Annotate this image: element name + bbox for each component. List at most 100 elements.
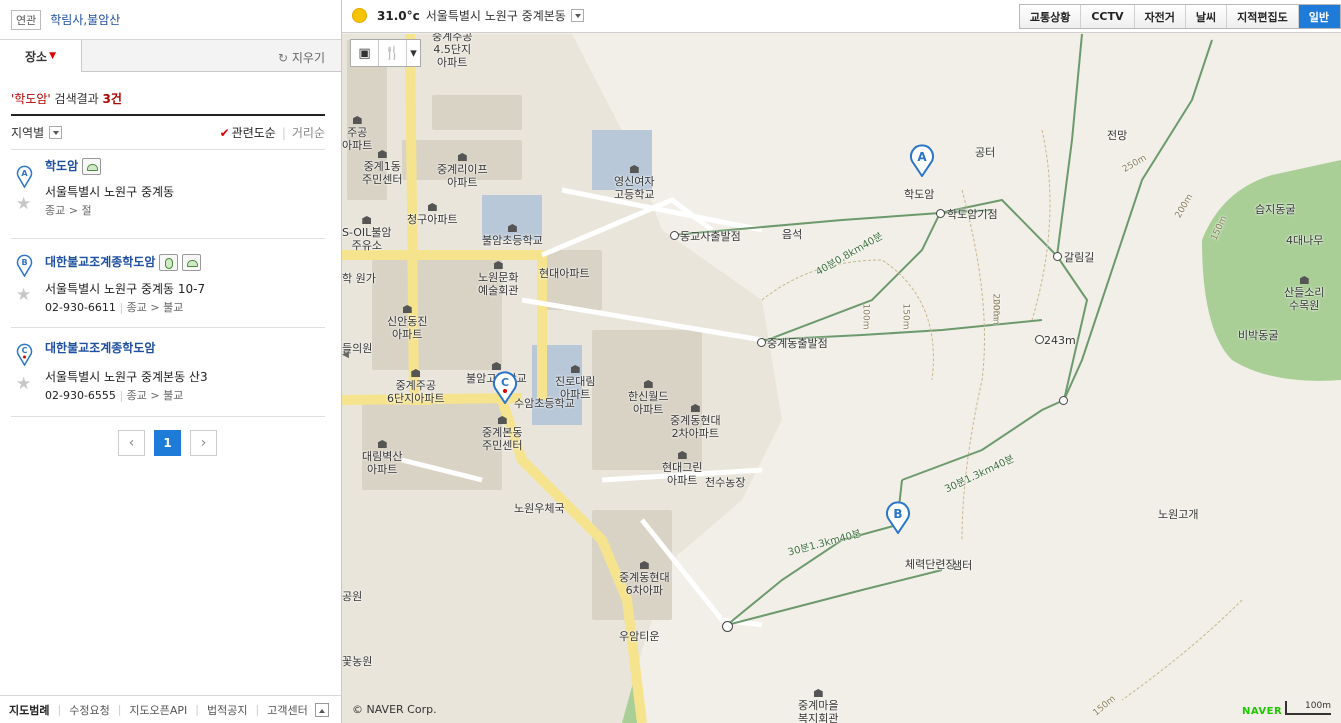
place-name[interactable]: 대한불교조계종학도암 <box>45 339 155 356</box>
layer-cadastral-button[interactable]: 지적편집도 <box>1227 5 1299 28</box>
map-label[interactable]: 꽃농원 <box>342 655 372 668</box>
weather-info[interactable]: 31.0°c 서울특별시 노원구 중계본동 <box>352 7 584 24</box>
footer-api-link[interactable]: 지도오픈API <box>129 702 187 718</box>
map-label[interactable]: 중계1동 주민센터 <box>362 150 402 186</box>
junction-point-2[interactable] <box>1059 396 1068 405</box>
map-canvas[interactable]: 중계주공 4.5단지 아파트주공 아파트 중계1동 주민센터 중계리이프 아파트 영신여자 고등학… <box>342 0 1341 723</box>
tab-place[interactable]: 장소 ▼ <box>0 40 82 72</box>
map-marker-c[interactable]: C <box>491 370 519 404</box>
collapse-panel-button[interactable]: ◀ <box>342 350 350 376</box>
map-label[interactable]: 비박동굴 <box>1238 329 1278 342</box>
map-label[interactable]: 노원우체국 <box>514 502 565 515</box>
map-label[interactable]: 한신월드 아파트 <box>628 380 668 416</box>
map-label[interactable]: 샘터 <box>952 559 972 572</box>
map-label[interactable]: 영신여자 고등학교 <box>614 165 654 201</box>
list-item[interactable]: A ★ 학도암 서울특별시 노원구 중계동 종교 > 절 <box>11 150 325 239</box>
map-label[interactable]: 산들소리 수목원 <box>1284 276 1324 312</box>
bus-icon[interactable]: ▣ <box>351 40 379 66</box>
map-label[interactable]: 중계리이프 아파트 <box>437 153 488 189</box>
layer-weather-button[interactable]: 날씨 <box>1185 5 1228 28</box>
prev-page-button[interactable]: ‹ <box>118 430 145 456</box>
building-icon <box>352 116 362 124</box>
layer-bicycle-button[interactable]: 자전거 <box>1134 5 1186 28</box>
map-label[interactable]: 중계마을 복지회관 <box>798 689 838 723</box>
restaurant-icon[interactable]: 🍴 <box>379 40 407 66</box>
map-label[interactable]: 신안동진 아파트 <box>387 305 427 341</box>
map-label[interactable]: 학도암기점 <box>947 208 998 221</box>
next-page-button[interactable]: › <box>190 430 217 456</box>
map-label[interactable]: 현대아파트 <box>539 267 590 280</box>
layer-cctv-button[interactable]: CCTV <box>1081 5 1135 28</box>
list-item[interactable]: C ★ 대한불교조계종학도암 서울특별시 노원구 중계본동 산3 02-930-… <box>11 328 325 417</box>
map-label[interactable]: 중계동출발점 <box>767 337 828 350</box>
map-label[interactable]: 중계주공 6단지아파트 <box>387 369 445 405</box>
map-label[interactable]: 진로대림 아파트 <box>555 365 595 401</box>
place-name[interactable]: 학도암 <box>45 157 102 175</box>
map-label[interactable]: 주공 아파트 <box>342 116 372 152</box>
map-label[interactable]: 중계주공 4.5단지 아파트 <box>432 30 472 69</box>
sort-relevance[interactable]: 관련도순 <box>232 124 276 141</box>
layer-traffic-button[interactable]: 교통상황 <box>1019 5 1082 28</box>
map-label[interactable]: 공터 <box>975 146 995 159</box>
footer-support-link[interactable]: 고객센터 <box>267 702 307 718</box>
star-icon[interactable]: ★ <box>16 285 31 305</box>
region-filter[interactable]: 지역별 <box>11 124 44 141</box>
map-label[interactable]: 243m <box>1044 334 1076 347</box>
map-marker-b[interactable]: B <box>884 500 912 534</box>
map-label[interactable]: 공원 <box>342 590 362 603</box>
chevron-down-icon[interactable]: ▾ <box>407 40 420 66</box>
map-label[interactable]: 중계동현대 2차아파트 <box>670 404 721 440</box>
map-label[interactable]: 대림벽산 아파트 <box>362 440 402 476</box>
summit-point[interactable] <box>1035 335 1044 344</box>
place-category: 종교 > 절 <box>45 204 92 217</box>
trail-start-junggye[interactable] <box>757 338 766 347</box>
map-label[interactable]: 노원문화 예술회관 <box>478 261 518 297</box>
map-marker-a[interactable]: A <box>908 143 936 177</box>
junction-point[interactable] <box>1053 252 1062 261</box>
map-label[interactable]: S-OIL불암 주유소 <box>342 216 392 252</box>
map-label[interactable]: 천수농장 <box>705 476 745 489</box>
map-label[interactable]: 학 원가 <box>342 272 376 285</box>
chevron-down-icon[interactable] <box>49 126 63 139</box>
map-label[interactable]: 음석 <box>782 228 802 241</box>
map-label[interactable]: 노원고개 <box>1158 508 1198 521</box>
trail-endpoint[interactable] <box>722 621 733 632</box>
map-label[interactable]: 우암티운 <box>619 630 659 643</box>
map-label[interactable]: 4대나무 <box>1286 234 1323 247</box>
map-label[interactable]: 체력단련장 <box>905 558 956 571</box>
map-label[interactable]: 전망 <box>1107 129 1127 142</box>
star-icon[interactable]: ★ <box>16 194 31 214</box>
footer-legal-link[interactable]: 법적공지 <box>207 702 247 718</box>
footer-edit-link[interactable]: 수정요청 <box>69 702 109 718</box>
clear-button[interactable]: ↻ 지우기 <box>278 49 325 66</box>
chevron-down-icon[interactable] <box>570 9 584 22</box>
map-label[interactable]: 습지동굴 <box>1255 203 1295 216</box>
map-label[interactable]: 수암초등학교 <box>514 397 575 410</box>
temple-icon <box>182 254 202 271</box>
place-address: 서울특별시 노원구 중계동 <box>45 185 175 199</box>
map-copyright: © NAVER Corp. <box>352 703 437 716</box>
chevron-up-icon[interactable] <box>314 702 329 717</box>
map-label[interactable]: 동교사출발점 <box>680 230 741 243</box>
sort-distance[interactable]: 거리순 <box>292 124 325 141</box>
star-icon[interactable]: ★ <box>16 374 31 394</box>
page-1-button[interactable]: 1 <box>154 430 181 456</box>
list-item[interactable]: B ★ 대한불교조계종학도암 서울특별시 노원구 중계동 10-7 02-930… <box>11 239 325 328</box>
trail-start-dongyo[interactable] <box>670 231 679 240</box>
map-label[interactable]: 불암초등학교 <box>482 224 543 247</box>
footer-legend-link[interactable]: 지도범례 <box>9 702 49 718</box>
map-label[interactable]: 갈림길 <box>1064 251 1094 264</box>
building-icon <box>643 380 653 388</box>
map-label[interactable]: 중계동현대 6차아파 <box>619 561 670 597</box>
map-label[interactable]: 청구아파트 <box>407 203 458 226</box>
hakdoam-trailhead[interactable] <box>936 209 945 218</box>
layer-general-button[interactable]: 일반 <box>1298 5 1340 28</box>
map-label[interactable]: 중계본동 주민센터 <box>482 416 522 452</box>
contour-label: 150m <box>900 303 911 330</box>
map-label[interactable]: 학도암 <box>904 188 934 201</box>
map-label[interactable]: 현대그린 아파트 <box>662 451 702 487</box>
place-name[interactable]: 대한불교조계종학도암 <box>45 253 202 271</box>
related-links[interactable]: 학림사,불암산 <box>50 11 120 28</box>
building-icon <box>377 440 387 448</box>
result-query: '학도암' <box>11 92 51 106</box>
